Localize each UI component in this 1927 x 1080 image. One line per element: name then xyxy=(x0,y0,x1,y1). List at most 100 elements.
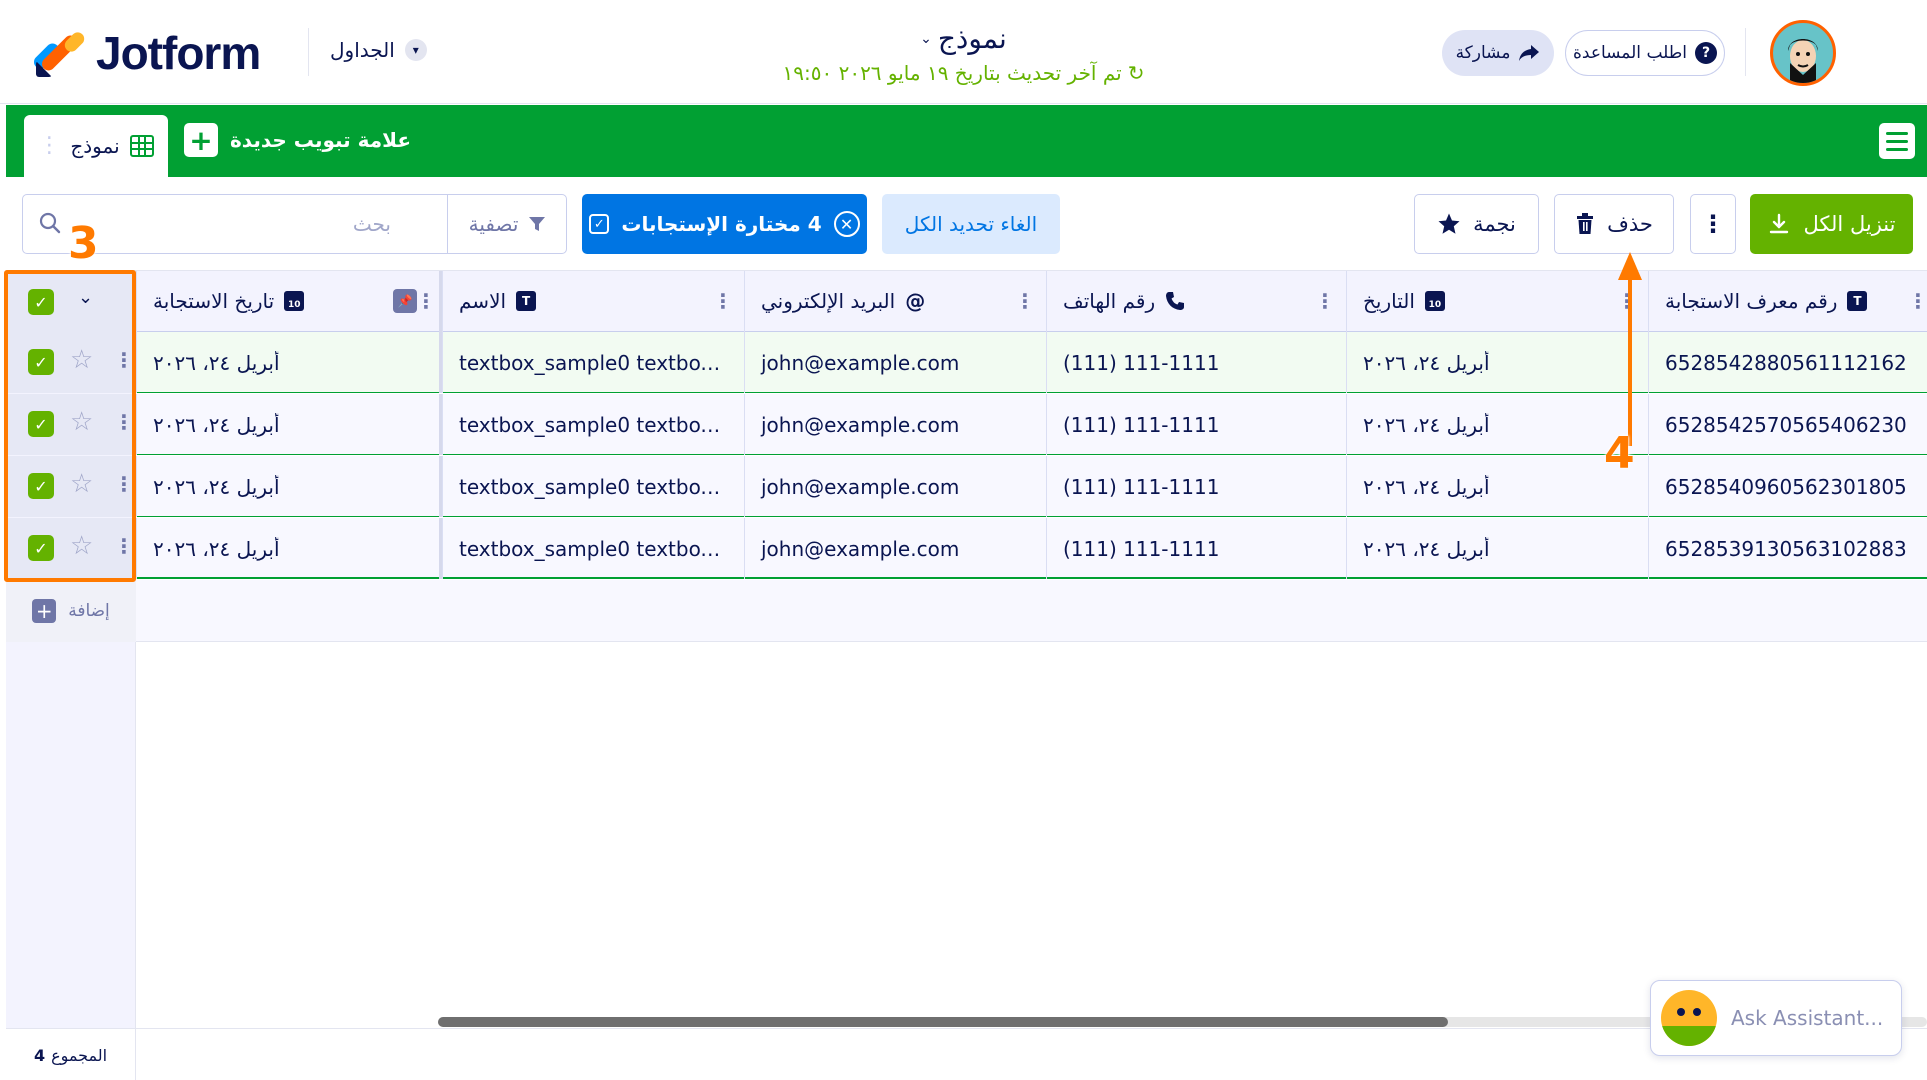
checkbox-icon: ✓ xyxy=(589,214,610,234)
cell-value: 6528542880561112162 xyxy=(1665,350,1907,375)
more-options-button[interactable]: ⋮ xyxy=(1690,194,1736,254)
star-outline-icon[interactable]: ☆ xyxy=(70,345,93,375)
total-label: المجموع xyxy=(51,1045,108,1065)
column-header-email[interactable]: ⋮ @ البريد الإلكتروني xyxy=(744,271,1046,333)
table-cell-response-date[interactable]: أبريل ٢٤، ٢٠٢٦ xyxy=(136,456,442,517)
filter-label: تصفية xyxy=(468,212,519,236)
delete-button[interactable]: حذف xyxy=(1554,194,1674,254)
unselect-all-button[interactable]: الغاء تحديد الكل xyxy=(882,194,1060,254)
column-menu-icon[interactable]: ⋮ xyxy=(713,289,733,313)
tab-form[interactable]: ⋮ نموذج xyxy=(24,115,168,177)
filter-button[interactable]: تصفية xyxy=(447,195,567,253)
row-menu-icon[interactable]: ⋮ xyxy=(114,348,134,372)
annotation-arrow-icon xyxy=(1618,252,1642,446)
kebab-icon: ⋮ xyxy=(1701,210,1725,238)
chevron-down-icon: ⌄ xyxy=(920,30,932,47)
table-cell-phone[interactable]: (111) 111-1111 xyxy=(1046,518,1346,579)
tab-options-icon[interactable]: ⋮ xyxy=(38,135,60,157)
horizontal-scrollbar-thumb[interactable] xyxy=(438,1017,1448,1027)
table-cell-name[interactable]: textbox_sample0 textbox_sample1 xyxy=(442,518,744,579)
star-outline-icon[interactable]: ☆ xyxy=(70,407,93,437)
new-tab-label: علامة تبويب جديدة xyxy=(230,128,412,152)
add-row-button[interactable]: + إضافة xyxy=(6,580,136,642)
row-controls: ✓ ☆ ⋮ xyxy=(6,518,136,579)
selected-responses-chip[interactable]: ✓ 4 مختارة الإستجابات ✕ xyxy=(582,194,867,254)
at-sign-icon: @ xyxy=(905,289,926,313)
table-row[interactable]: ✓ ☆ ⋮ أبريل ٢٤، ٢٠٢٦ textbox_sample0 textbox… xyxy=(6,456,1927,517)
row-menu-icon[interactable]: ⋮ xyxy=(114,534,134,558)
select-all-checkbox[interactable]: ✓ xyxy=(28,289,54,315)
table-cell-email[interactable]: john@example.com xyxy=(744,456,1046,517)
column-header-phone[interactable]: ⋮ رقم الهاتف xyxy=(1046,271,1346,333)
column-header-response-id[interactable]: ⋮ T رقم معرف الاستجابة xyxy=(1648,271,1927,333)
table-cell-id[interactable]: 6528539130563102883 xyxy=(1648,518,1927,579)
table-cell-email[interactable]: john@example.com xyxy=(744,394,1046,455)
share-button[interactable]: مشاركة xyxy=(1442,30,1554,76)
share-arrow-icon xyxy=(1519,45,1540,61)
table-cell-date[interactable]: أبريل ٢٤، ٢٠٢٦ xyxy=(1346,518,1648,579)
clear-selection-icon[interactable]: ✕ xyxy=(833,211,860,237)
trash-icon xyxy=(1577,213,1594,234)
column-label: رقم الهاتف xyxy=(1063,289,1156,313)
table-cell-response-date[interactable]: أبريل ٢٤، ٢٠٢٦ xyxy=(136,394,442,455)
chevron-down-icon[interactable]: ⌄ xyxy=(78,287,93,308)
cell-value: textbox_sample0 textbox_sample1 xyxy=(459,474,744,499)
table-cell-response-date[interactable]: أبريل ٢٤، ٢٠٢٦ xyxy=(136,332,442,393)
column-header-name[interactable]: ⋮ T الاسم xyxy=(442,271,744,333)
search-input[interactable] xyxy=(71,195,391,253)
annotation-step-number: 3 xyxy=(68,218,99,269)
ask-assistant-button[interactable]: Ask Assistant... xyxy=(1650,980,1902,1056)
row-checkbox[interactable]: ✓ xyxy=(28,473,54,499)
star-button[interactable]: نجمة xyxy=(1414,194,1539,254)
table-cell-date[interactable]: أبريل ٢٤، ٢٠٢٦ xyxy=(1346,456,1648,517)
column-menu-icon[interactable]: ⋮ xyxy=(416,289,436,313)
cell-value: john@example.com xyxy=(761,536,960,561)
avatar[interactable] xyxy=(1770,20,1836,86)
table-cell-name[interactable]: textbox_sample0 textbox_sample1 xyxy=(442,332,744,393)
table-cell-id[interactable]: 6528542880561112162 xyxy=(1648,332,1927,393)
table-cell-phone[interactable]: (111) 111-1111 xyxy=(1046,394,1346,455)
star-outline-icon[interactable]: ☆ xyxy=(70,531,93,561)
form-title: نموذج xyxy=(937,22,1007,55)
star-outline-icon[interactable]: ☆ xyxy=(70,469,93,499)
table-cell-name[interactable]: textbox_sample0 textbox_sample1 xyxy=(442,394,744,455)
table-cell-phone[interactable]: (111) 111-1111 xyxy=(1046,332,1346,393)
table-cell-email[interactable]: john@example.com xyxy=(744,518,1046,579)
row-checkbox[interactable]: ✓ xyxy=(28,411,54,437)
column-menu-icon[interactable]: ⋮ xyxy=(1015,289,1035,313)
table-cell-id[interactable]: 6528540960562301805 xyxy=(1648,456,1927,517)
help-button[interactable]: اطلب المساعدة ? xyxy=(1565,30,1725,76)
table-cell-id[interactable]: 6528542570565406230 xyxy=(1648,394,1927,455)
table-cell-phone[interactable]: (111) 111-1111 xyxy=(1046,456,1346,517)
column-menu-icon[interactable]: ⋮ xyxy=(1315,289,1335,313)
column-header-response-date[interactable]: 📌 ⋮ 10 تاريخ الاستجابة xyxy=(136,271,442,333)
form-title-button[interactable]: ⌄ نموذج xyxy=(920,22,1007,55)
calendar-icon: 10 xyxy=(284,291,305,311)
hamburger-menu-button[interactable] xyxy=(1879,123,1915,159)
column-label: رقم معرف الاستجابة xyxy=(1665,289,1838,313)
table-cell-name[interactable]: textbox_sample0 textbox_sample1 xyxy=(442,456,744,517)
new-tab-button[interactable]: + علامة تبويب جديدة xyxy=(184,123,411,157)
row-checkbox[interactable]: ✓ xyxy=(28,349,54,375)
selected-label: 4 مختارة الإستجابات xyxy=(621,212,822,236)
add-label: إضافة xyxy=(68,601,110,621)
row-menu-icon[interactable]: ⋮ xyxy=(114,410,134,434)
row-menu-icon[interactable]: ⋮ xyxy=(114,472,134,496)
tab-label: نموذج xyxy=(70,134,120,158)
table-cell-response-date[interactable]: أبريل ٢٤، ٢٠٢٦ xyxy=(136,518,442,579)
row-checkbox[interactable]: ✓ xyxy=(28,535,54,561)
column-menu-icon[interactable]: ⋮ xyxy=(1908,289,1927,313)
total-count: المجموع 4 xyxy=(6,1029,136,1080)
table-row[interactable]: ✓ ☆ ⋮ أبريل ٢٤، ٢٠٢٦ textbox_sample0 textbox… xyxy=(6,518,1927,579)
top-header: Jotform الجداول ▾ ⌄ نموذج تم آخر تحديث ب… xyxy=(0,0,1927,104)
star-icon xyxy=(1438,213,1460,234)
cell-value: textbox_sample0 textbox_sample1 xyxy=(459,350,744,375)
download-all-button[interactable]: تنزيل الكل xyxy=(1750,194,1913,254)
cell-value: أبريل ٢٤، ٢٠٢٦ xyxy=(153,350,280,375)
pin-icon[interactable]: 📌 xyxy=(393,289,417,313)
unselect-label: الغاء تحديد الكل xyxy=(904,212,1038,236)
row-controls: ✓ ☆ ⋮ xyxy=(6,456,136,517)
add-row: + إضافة xyxy=(6,580,1927,642)
table-cell-email[interactable]: john@example.com xyxy=(744,332,1046,393)
column-label: التاريخ xyxy=(1363,289,1415,313)
